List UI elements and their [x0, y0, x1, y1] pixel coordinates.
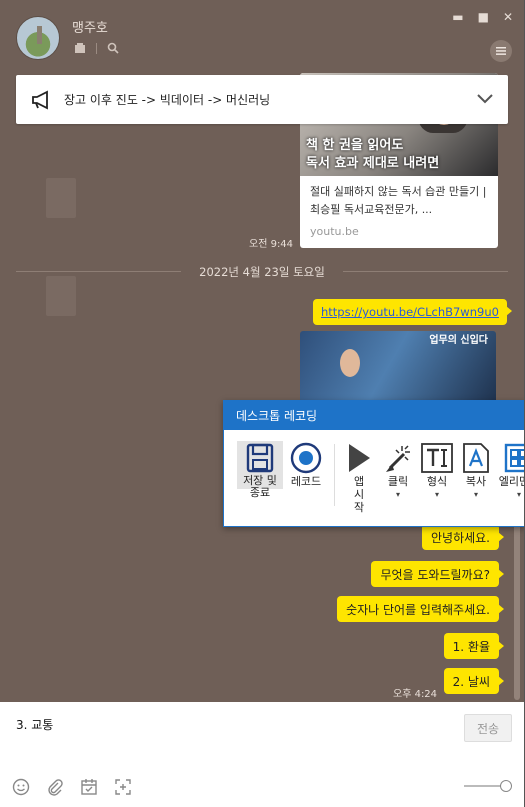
chat-area: 맹주호 ▬ ■ ✕ 책 한 권을 읽어도 독서 효과 제대로 내려면 절대 실패…: [0, 0, 525, 702]
message-bubble[interactable]: 2. 날씨: [443, 668, 505, 694]
divider: [343, 271, 508, 272]
recording-title: 데스크톱 레코딩: [224, 401, 524, 430]
attach-file-icon[interactable]: [46, 778, 64, 796]
caret-down-icon: ▾: [434, 490, 439, 499]
element-button[interactable]: 엘리먼트 ▾: [497, 441, 524, 501]
maximize-button[interactable]: ■: [478, 10, 489, 24]
tool-label: 저장 및 종료: [243, 474, 277, 499]
input-toolbar: [12, 778, 132, 796]
record-icon: [290, 442, 322, 474]
message-time: 오후 4:24: [393, 689, 438, 700]
link-description: 절대 실패하지 않는 독서 습관 만들기 | 최승필 독서교육전문가, ...: [310, 185, 487, 216]
hamburger-icon: [496, 47, 506, 55]
tool-label: 복사: [465, 475, 487, 488]
send-button[interactable]: 전송: [464, 714, 512, 742]
message-bubble[interactable]: 안녕하세요.: [421, 524, 505, 550]
save-and-exit-button[interactable]: 저장 및 종료: [237, 441, 283, 499]
divider: [334, 444, 335, 506]
close-button[interactable]: ✕: [503, 10, 513, 24]
thumbnail-title-line-2: 독서 효과 제대로 내려면: [306, 156, 440, 171]
megaphone-icon: [32, 90, 48, 109]
menu-button[interactable]: [490, 40, 512, 62]
copy-button[interactable]: 복사 ▾: [458, 441, 494, 501]
title-icon-group: [74, 42, 119, 54]
drawer-icon[interactable]: [74, 42, 86, 54]
text-format-icon: [421, 443, 453, 473]
click-icon: [386, 445, 410, 472]
caret-down-icon: ▾: [516, 490, 521, 499]
calendar-icon[interactable]: [80, 778, 98, 796]
recording-toolbar: 저장 및 종료 레코드 앱 시작 클릭 ▾ 형식 ▾ 복사 ▾ 엘리먼트 ▾: [224, 430, 524, 526]
message-input[interactable]: 3. 교통: [16, 716, 53, 733]
message-bubble[interactable]: 숫자나 단어를 입력해주세요.: [337, 596, 504, 622]
link-domain: youtu.be: [310, 225, 359, 238]
background-artifact: [46, 276, 76, 316]
tool-label: 형식: [426, 475, 448, 488]
minimize-button[interactable]: ▬: [452, 10, 463, 24]
format-button[interactable]: 형식 ▾: [419, 441, 455, 501]
click-button[interactable]: 클릭 ▾: [380, 441, 416, 501]
element-icon: [504, 443, 524, 473]
thumbnail-title-line-1: 책 한 권을 읽어도: [306, 138, 404, 153]
video-thumb-label: 업무의 신입다: [429, 335, 488, 346]
caret-down-icon: ▾: [473, 490, 478, 499]
tool-label: 레코드: [290, 475, 322, 488]
chat-name: 맹주호: [72, 21, 108, 36]
notice-bar[interactable]: 장고 이후 진도 -> 빅데이터 -> 머신러닝: [16, 75, 508, 124]
tool-label: 엘리먼트: [498, 475, 524, 488]
capture-icon[interactable]: [114, 778, 132, 796]
font-size-slider-knob[interactable]: [500, 780, 512, 792]
url-message-bubble[interactable]: https://youtu.be/CLchB7wn9u0: [313, 299, 512, 325]
message-bubble[interactable]: 무엇을 도와드릴까요?: [371, 561, 504, 587]
app-start-button[interactable]: 앱 시작: [342, 441, 376, 514]
window-controls: ▬ ■ ✕: [452, 10, 513, 24]
thumbnail-person: [340, 349, 360, 377]
save-icon: [246, 443, 274, 473]
message-time: 오전 9:44: [249, 239, 294, 250]
date-separator: 2022년 4월 23일 토요일: [16, 263, 508, 279]
notice-text: 장고 이후 진도 -> 빅데이터 -> 머신러닝: [64, 93, 271, 107]
date-label: 2022년 4월 23일 토요일: [199, 265, 325, 279]
background-artifact: [46, 178, 76, 218]
record-button[interactable]: 레코드: [286, 441, 326, 488]
tool-label: 클릭: [387, 475, 409, 488]
divider: [96, 42, 97, 54]
desktop-recording-panel: 데스크톱 레코딩 저장 및 종료 레코드 앱 시작 클릭 ▾ 형식 ▾ 복사 ▾: [223, 400, 525, 527]
play-icon: [349, 444, 370, 472]
video-thumbnail[interactable]: 업무의 신입다: [300, 331, 496, 411]
copy-text-icon: [463, 443, 489, 473]
caret-down-icon: ▾: [395, 490, 400, 499]
chevron-down-icon[interactable]: [474, 87, 496, 109]
avatar[interactable]: [16, 16, 60, 60]
emoticon-icon[interactable]: [12, 778, 30, 796]
title-bar: 맹주호 ▬ ■ ✕: [0, 0, 525, 72]
message-bubble[interactable]: 1. 환율: [443, 633, 505, 659]
search-icon[interactable]: [107, 42, 119, 54]
tool-label: 앱 시작: [353, 475, 365, 514]
message-input-area: 3. 교통 전송: [0, 702, 525, 807]
